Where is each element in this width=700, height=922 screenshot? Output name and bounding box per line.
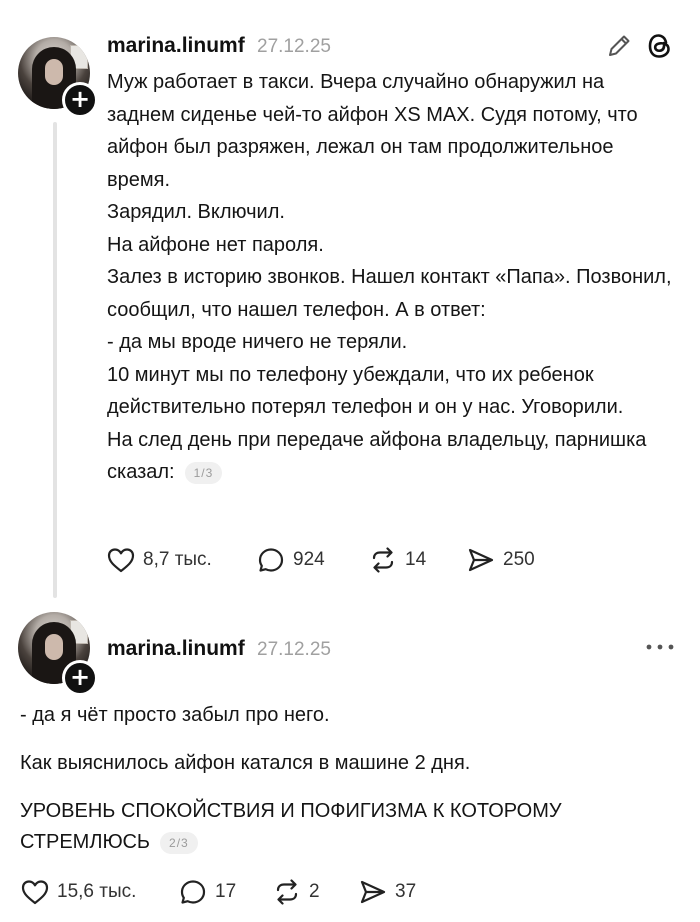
pencil-icon[interactable] — [604, 31, 634, 61]
like-count: 8,7 тыс. — [143, 549, 212, 570]
share-count: 37 — [395, 881, 417, 902]
paragraph-last: На след день при передаче айфона владель… — [107, 424, 677, 489]
action-bar: 15,6 тыс. 17 2 37 — [20, 874, 440, 914]
follow-plus-button[interactable]: + — [62, 660, 98, 696]
comment-button[interactable]: 924 — [256, 542, 325, 578]
post-1: + marina.linumf 27.12.25 Муж работает в … — [0, 0, 700, 600]
paragraph: Муж работает в такси. Вчера случайно обн… — [107, 71, 638, 191]
post-date: 27.12.25 — [257, 36, 331, 57]
action-bar: 8,7 тыс. 924 14 250 — [106, 542, 586, 582]
heart-icon — [107, 548, 135, 573]
comment-count: 17 — [215, 881, 237, 902]
page-indicator: 2/3 — [160, 831, 198, 854]
paragraph: Как выяснилось айфон катался в машине 2 … — [20, 752, 471, 774]
repost-button[interactable]: 2 — [272, 874, 320, 910]
like-count: 15,6 тыс. — [57, 881, 137, 902]
threads-logo-icon[interactable] — [645, 30, 675, 62]
repost-button[interactable]: 14 — [368, 542, 426, 578]
paragraph: - да мы вроде ничего не теряли. — [107, 331, 408, 353]
share-button[interactable]: 250 — [466, 542, 535, 578]
follow-plus-button[interactable]: + — [62, 82, 98, 118]
avatar-face — [45, 59, 63, 85]
repost-icon — [276, 879, 298, 905]
post-2: + marina.linumf 27.12.25 - да я чёт прос… — [0, 600, 700, 922]
post-text: - да я чёт просто забыл про него. Как вы… — [20, 700, 660, 858]
paragraph-last: УРОВЕНЬ СПОКОЙСТВИЯ И ПОФИГИЗМА К КОТОРО… — [20, 796, 640, 858]
username[interactable]: marina.linumf — [107, 34, 245, 58]
comment-bubble-icon — [258, 548, 284, 572]
comment-bubble-icon — [180, 880, 206, 904]
paragraph: Зарядил. Включил. — [107, 201, 285, 223]
like-button[interactable]: 8,7 тыс. — [106, 542, 212, 578]
paragraph: Залез в историю звонков. Нашел контакт «… — [107, 266, 672, 321]
share-count: 250 — [503, 549, 535, 570]
post-date: 27.12.25 — [257, 639, 331, 660]
more-dots-icon[interactable] — [645, 640, 675, 654]
paragraph: На айфоне нет пароля. — [107, 233, 324, 256]
page-indicator: 1/3 — [184, 461, 223, 484]
send-icon — [468, 548, 494, 572]
heart-icon — [21, 880, 49, 905]
paragraph: - да я чёт просто забыл про него. — [20, 704, 330, 726]
repost-icon — [372, 547, 394, 573]
repost-count: 14 — [405, 549, 427, 570]
paragraph-text: УРОВЕНЬ СПОКОЙСТВИЯ И ПОФИГИЗМА К КОТОРО… — [20, 800, 562, 853]
share-button[interactable]: 37 — [358, 874, 416, 910]
send-icon — [360, 880, 386, 904]
repost-count: 2 — [309, 881, 320, 902]
like-button[interactable]: 15,6 тыс. — [20, 874, 136, 910]
username[interactable]: marina.linumf — [107, 637, 245, 661]
avatar-face — [45, 634, 63, 660]
comment-count: 924 — [293, 549, 325, 570]
paragraph: 10 минут мы по телефону убеждали, что их… — [107, 363, 624, 419]
thread-connector-line — [53, 122, 57, 598]
post-text: Муж работает в такси. Вчера случайно обн… — [107, 66, 677, 489]
comment-button[interactable]: 17 — [178, 874, 236, 910]
